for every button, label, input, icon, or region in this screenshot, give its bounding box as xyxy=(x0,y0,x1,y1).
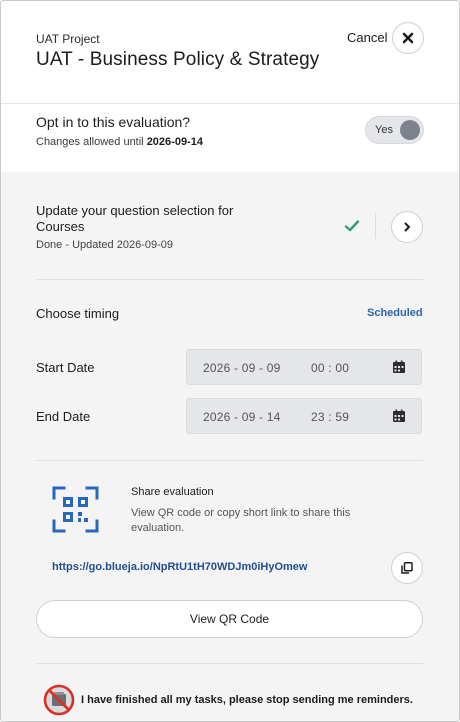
copy-icon xyxy=(401,562,413,574)
optin-changes-text: Changes allowed until 2026-09-14 xyxy=(36,136,203,148)
toggle-knob xyxy=(400,120,420,140)
optin-question: Opt in to this evaluation? xyxy=(36,114,191,130)
end-time-value: 23 : 59 xyxy=(311,410,350,424)
evaluation-content: Update your question selection for Cours… xyxy=(1,172,459,721)
section-divider xyxy=(36,663,423,664)
share-title: Share evaluation xyxy=(131,486,214,498)
optin-changes-prefix: Changes allowed until xyxy=(36,136,147,148)
question-selection-status: Done - Updated 2026-09-09 xyxy=(36,239,173,251)
end-date-label: End Date xyxy=(36,409,91,424)
no-notification-icon[interactable] xyxy=(43,684,75,716)
section-divider xyxy=(36,460,423,461)
qr-code-icon xyxy=(52,486,99,533)
start-date-field[interactable]: 2026 - 09 - 09 00 : 00 xyxy=(186,349,422,385)
start-date-label: Start Date xyxy=(36,360,95,375)
evaluation-panel: UAT Project UAT - Business Policy & Stra… xyxy=(0,0,460,722)
copy-link-button[interactable] xyxy=(391,552,423,584)
view-qr-code-button[interactable]: View QR Code xyxy=(36,600,423,638)
close-icon xyxy=(402,32,414,44)
checkmark-icon xyxy=(344,220,360,232)
chevron-right-icon xyxy=(404,222,410,232)
share-short-link[interactable]: https://go.blueja.io/NpRtU1tH70WDJm0iHyO… xyxy=(52,561,307,573)
optin-toggle[interactable]: Yes xyxy=(365,116,424,144)
toggle-label: Yes xyxy=(375,124,393,136)
section-divider xyxy=(36,279,423,280)
stop-reminders-text[interactable]: I have finished all my tasks, please sto… xyxy=(81,694,413,706)
end-date-value: 2026 - 09 - 14 xyxy=(203,410,281,424)
timing-label: Choose timing xyxy=(36,306,120,321)
start-time-value: 00 : 00 xyxy=(311,361,350,375)
question-selection-open-button[interactable] xyxy=(391,211,423,243)
share-description: View QR code or copy short link to share… xyxy=(131,507,351,534)
calendar-icon[interactable] xyxy=(392,360,406,374)
calendar-icon[interactable] xyxy=(392,409,406,423)
page-title: UAT - Business Policy & Strategy xyxy=(36,49,320,70)
close-button[interactable] xyxy=(392,22,424,54)
timing-mode-link[interactable]: Scheduled xyxy=(367,307,423,319)
end-date-field[interactable]: 2026 - 09 - 14 23 : 59 xyxy=(186,398,422,434)
question-selection-title: Update your question selection for Cours… xyxy=(36,203,234,234)
vertical-divider xyxy=(375,213,376,239)
panel-header: UAT Project UAT - Business Policy & Stra… xyxy=(1,1,459,103)
cancel-button[interactable]: Cancel xyxy=(347,30,387,45)
optin-changes-date: 2026-09-14 xyxy=(146,136,203,148)
start-date-value: 2026 - 09 - 09 xyxy=(203,361,281,375)
optin-section: Opt in to this evaluation? Changes allow… xyxy=(1,104,459,172)
project-name: UAT Project xyxy=(36,32,100,46)
